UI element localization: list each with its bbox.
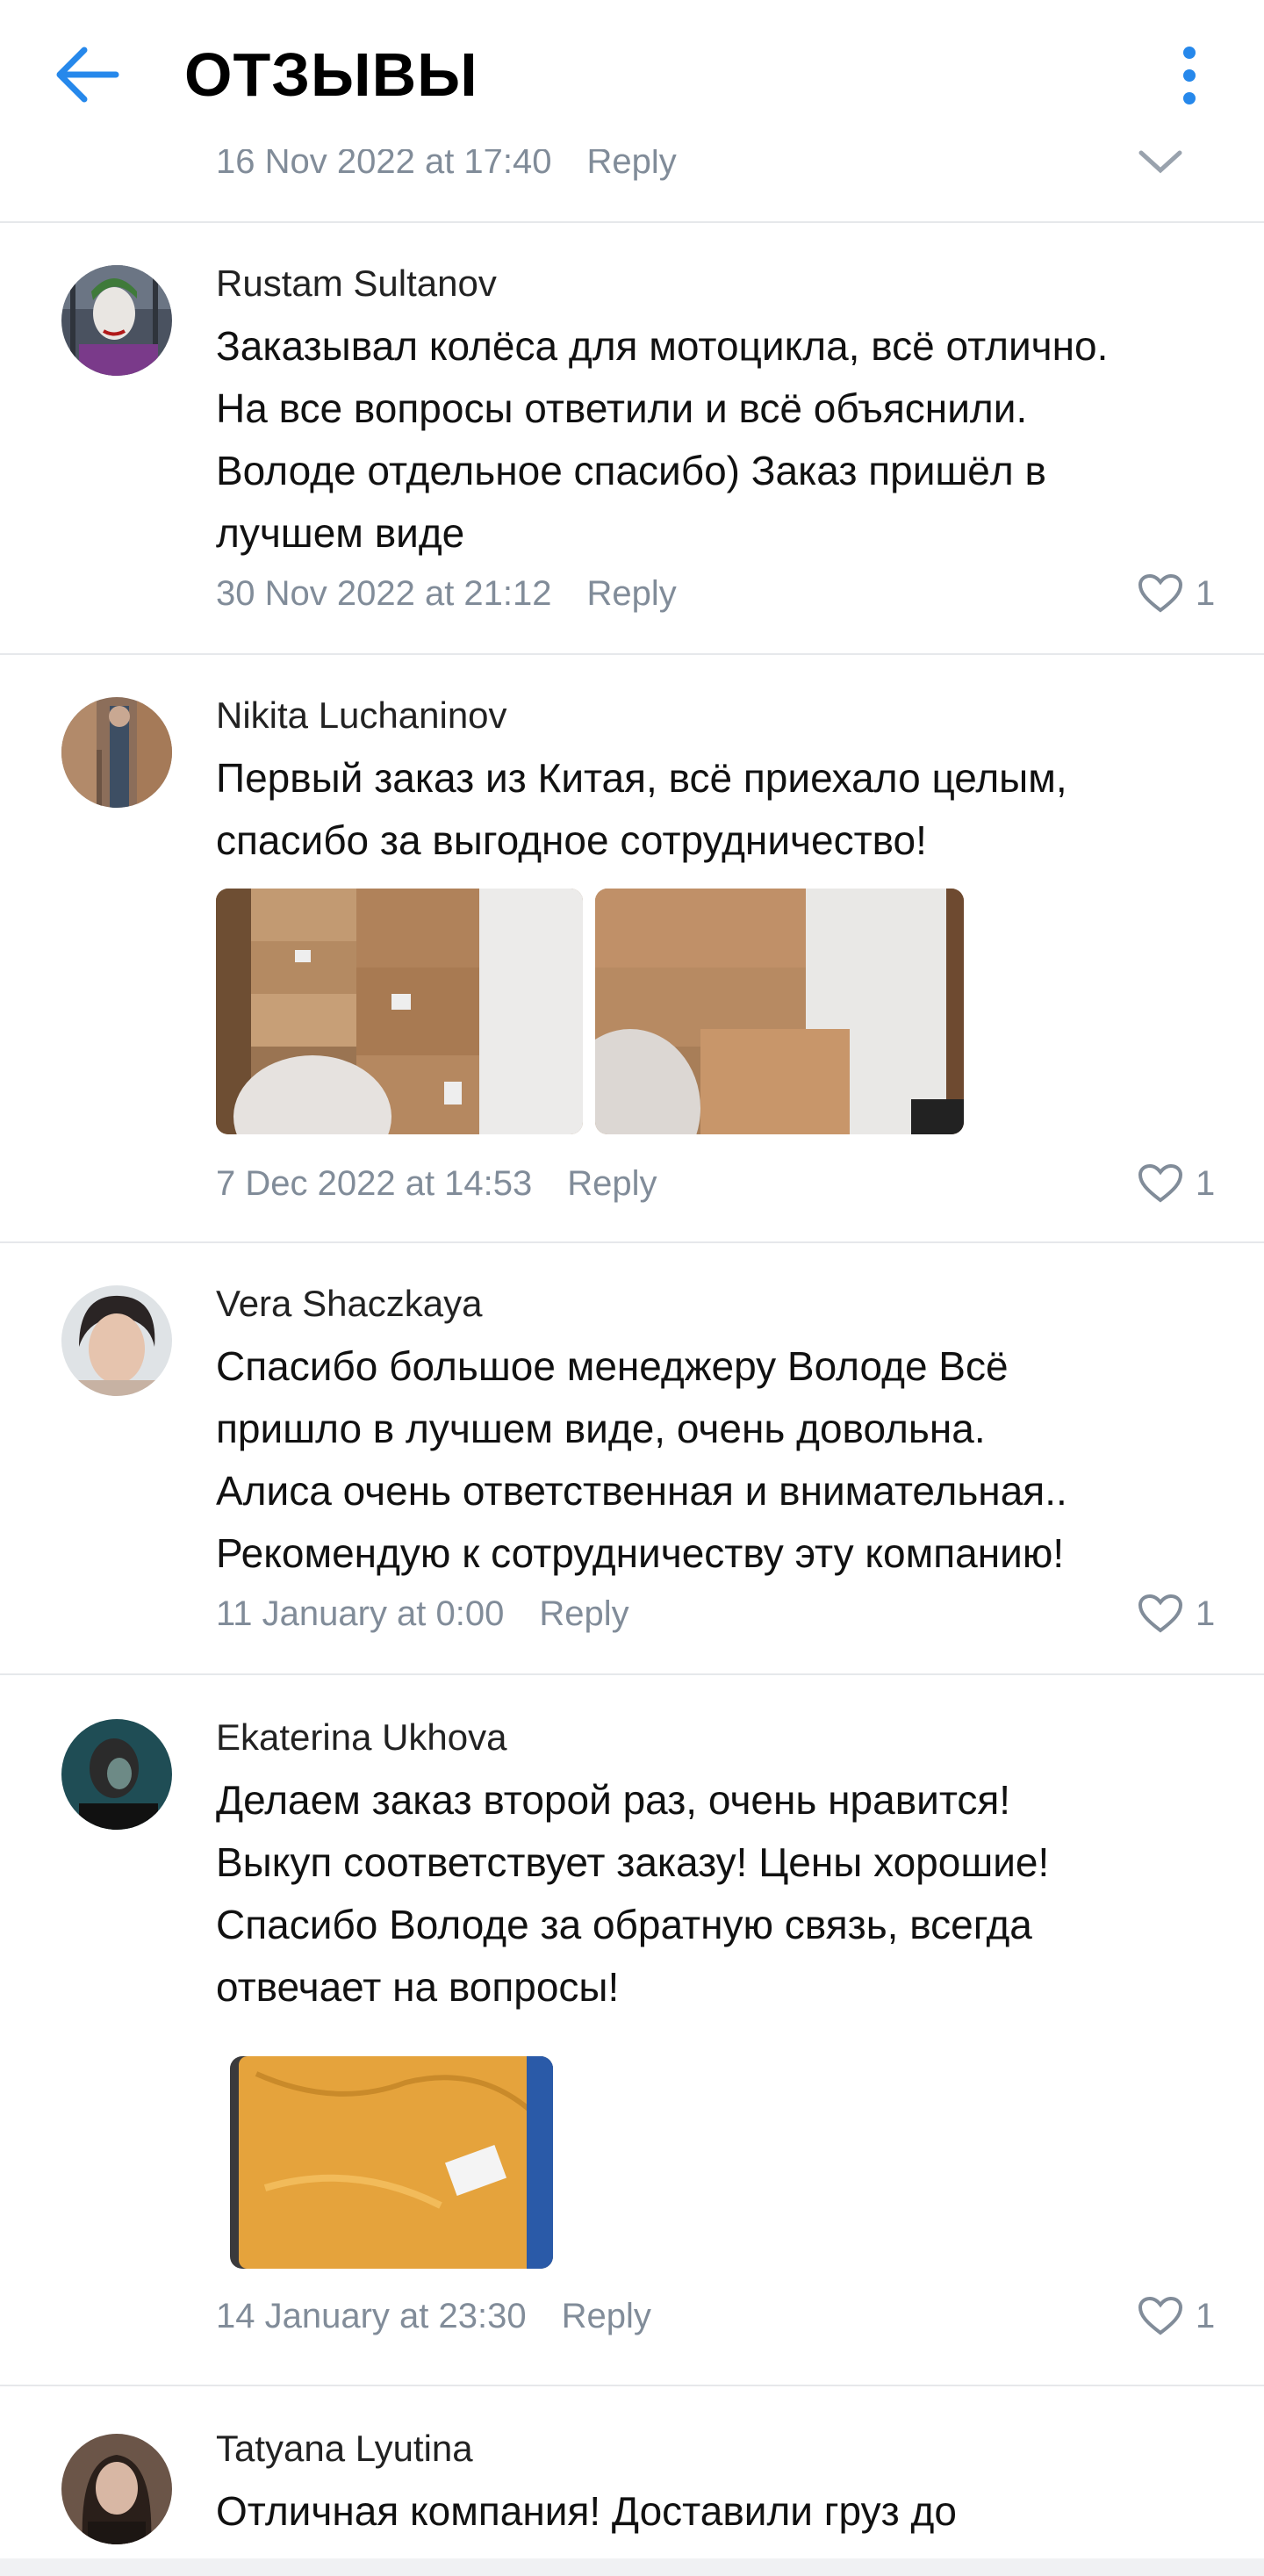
text-line: пришло в лучшем виде, очень довольна.: [216, 1406, 986, 1451]
attached-photo[interactable]: [216, 889, 583, 1134]
text-line: На все вопросы ответили и всё объяснили.: [216, 385, 1028, 431]
text-line: Спасибо большое менеджеру Володе Всё: [216, 1343, 1009, 1389]
comment-meta: 14 January at 23:30 Reply: [216, 2293, 651, 2339]
comment-date: 30 Nov 2022 at 21:12: [216, 574, 552, 613]
comment-text: Первый заказ из Китая, всё приехало целы…: [216, 747, 1225, 872]
like-button[interactable]: 1: [1138, 1161, 1215, 1206]
comment-author[interactable]: Ekaterina Ukhova: [216, 1714, 507, 1761]
more-button[interactable]: [1167, 42, 1211, 109]
like-count: 1: [1196, 1163, 1216, 1203]
comment-text: Спасибо большое менеджеру Володе Всё при…: [216, 1335, 1225, 1585]
heart-icon: [1138, 573, 1183, 613]
reply-button[interactable]: Reply: [587, 574, 677, 613]
comment-item: Vera Shaczkaya Спасибо большое менеджеру…: [0, 1243, 1264, 1673]
comment-text: Заказывал колёса для мотоцикла, всё отли…: [216, 315, 1225, 565]
back-button[interactable]: [53, 44, 123, 105]
heart-icon: [1138, 2296, 1183, 2335]
comment-date: 7 Dec 2022 at 14:53: [216, 1164, 533, 1203]
heart-icon: [1138, 1163, 1183, 1203]
attached-photo[interactable]: [595, 889, 964, 1134]
reply-button[interactable]: Reply: [562, 2297, 651, 2335]
text-line: Отличная компания! Доставили груз до: [216, 2488, 957, 2534]
like-count: 1: [1196, 1594, 1216, 1633]
text-line: Делаем заказ второй раз, очень нравится!: [216, 1777, 1011, 1823]
comment-meta: 7 Dec 2022 at 14:53 Reply: [216, 1161, 657, 1206]
chevron-down-icon[interactable]: [1138, 149, 1183, 176]
comment-author[interactable]: Tatyana Lyutina: [216, 2425, 473, 2472]
text-line: Алиса очень ответственная и внимательная…: [216, 1468, 1067, 1514]
reply-button[interactable]: Reply: [539, 1594, 628, 1633]
like-count: 1: [1196, 2296, 1216, 2335]
avatar[interactable]: [61, 1719, 172, 1830]
comment-author[interactable]: Rustam Sultanov: [216, 260, 497, 307]
arrow-left-icon: [56, 47, 119, 103]
like-button[interactable]: 1: [1138, 1591, 1215, 1637]
bottom-edge: [0, 2558, 1264, 2576]
comment-author[interactable]: Nikita Luchaninov: [216, 692, 507, 739]
reply-button[interactable]: Reply: [567, 1164, 657, 1203]
like-button[interactable]: 1: [1138, 571, 1215, 616]
text-line: Спасибо Володе за обратную связь, всегда: [216, 1902, 1032, 1947]
avatar[interactable]: [61, 2434, 172, 2544]
comment-author[interactable]: Vera Shaczkaya: [216, 1280, 483, 1328]
avatar[interactable]: [61, 1285, 172, 1396]
app-bar: ОТЗЫВЫ: [0, 0, 1264, 149]
text-line: Первый заказ из Китая, всё приехало целы…: [216, 755, 1067, 801]
avatar[interactable]: [61, 697, 172, 808]
attached-photo[interactable]: [230, 2056, 553, 2269]
comment-meta: 30 Nov 2022 at 21:12 Reply: [216, 571, 677, 616]
text-line: отвечает на вопросы!: [216, 1964, 620, 2010]
comment-meta: 11 January at 0:00 Reply: [216, 1591, 629, 1637]
like-button[interactable]: 1: [1138, 2293, 1215, 2339]
comment-item: Ekaterina Ukhova Делаем заказ второй раз…: [0, 1675, 1264, 2385]
avatar[interactable]: [61, 265, 172, 376]
text-line: Выкуп соответствует заказу! Цены хорошие…: [216, 1839, 1050, 1885]
comment-date: 11 January at 0:00: [216, 1594, 505, 1633]
text-line: Володе отдельное спасибо) Заказ пришёл в: [216, 448, 1046, 493]
comment-item: Nikita Luchaninov Первый заказ из Китая,…: [0, 655, 1264, 1241]
text-line: спасибо за выгодное сотрудничество!: [216, 817, 927, 863]
more-vertical-icon: [1183, 47, 1196, 104]
comment-text: Отличная компания! Доставили груз до: [216, 2480, 1225, 2543]
text-line: Заказывал колёса для мотоцикла, всё отли…: [216, 323, 1109, 369]
comment-text: Делаем заказ второй раз, очень нравится!…: [216, 1769, 1225, 2018]
text-line: Рекомендую к сотрудничеству эту компанию…: [216, 1530, 1065, 1576]
heart-icon: [1138, 1594, 1183, 1633]
comment-item: Tatyana Lyutina Отличная компания! Доста…: [0, 2386, 1264, 2558]
comment-item: Rustam Sultanov Заказывал колёса для мот…: [0, 221, 1264, 653]
text-line: лучшем виде: [216, 510, 465, 556]
comment-date: 14 January at 23:30: [216, 2297, 527, 2335]
page-title: ОТЗЫВЫ: [184, 40, 478, 109]
like-count: 1: [1196, 573, 1216, 613]
